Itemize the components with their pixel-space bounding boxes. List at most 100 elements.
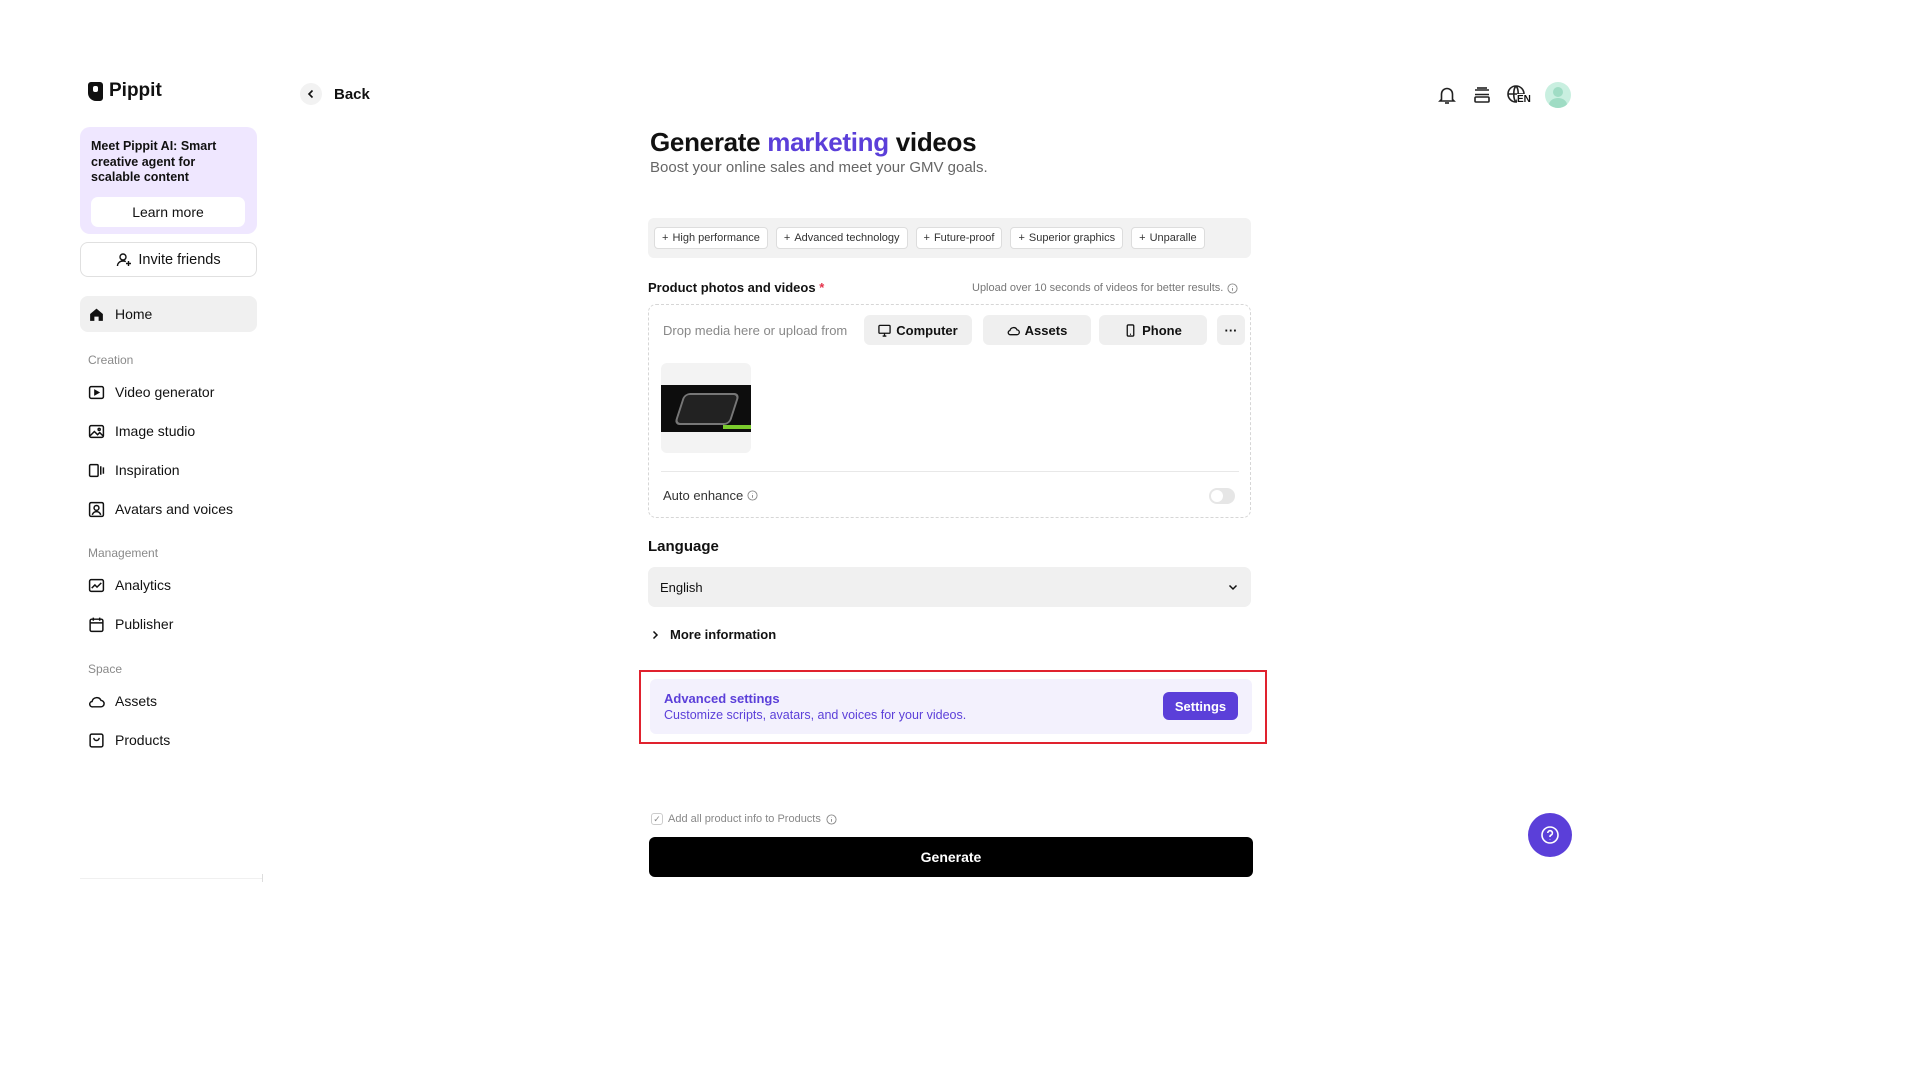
upload-assets-label: Assets <box>1024 322 1068 338</box>
sidebar-item-label: Publisher <box>115 616 174 632</box>
pippit-logo-icon <box>88 81 103 101</box>
advanced-settings-title: Advanced settings <box>664 691 780 706</box>
divider <box>661 471 1239 472</box>
sidebar-item-inspiration[interactable]: Inspiration <box>80 452 257 488</box>
top-right-toolbar: EN <box>1436 82 1571 108</box>
advanced-settings-description: Customize scripts, avatars, and voices f… <box>664 708 967 722</box>
plus-icon: + <box>1139 232 1146 244</box>
bell-icon[interactable] <box>1436 84 1458 106</box>
info-icon <box>1227 282 1238 294</box>
tag-label: High performance <box>672 232 760 244</box>
section-management: Management <box>88 546 159 560</box>
page-subtitle: Boost your online sales and meet your GM… <box>650 159 988 176</box>
auto-enhance-row: Auto enhance <box>663 488 758 503</box>
plus-icon: + <box>783 232 791 244</box>
generate-button[interactable]: Generate <box>649 837 1253 877</box>
tag-label: Future-proof <box>933 232 995 244</box>
tag-label: Superior graphics <box>1028 232 1116 244</box>
app-root: Pippit Meet Pippit AI: Smart creative ag… <box>0 0 1920 1080</box>
video-generator-icon <box>88 385 105 399</box>
back-button[interactable]: Back <box>300 83 370 105</box>
auto-enhance-toggle[interactable] <box>1209 488 1235 504</box>
uploaded-media-thumbnail[interactable] <box>661 363 751 453</box>
more-information-toggle[interactable]: More information <box>650 627 776 642</box>
language-select[interactable]: English <box>648 567 1251 607</box>
sidebar-item-analytics[interactable]: Analytics <box>80 567 257 603</box>
tag-chip[interactable]: + High performance <box>654 227 768 249</box>
upload-hint: Upload over 10 seconds of videos for bet… <box>972 282 1238 294</box>
auto-enhance-label: Auto enhance <box>663 488 744 503</box>
sidebar-item-label: Analytics <box>115 577 172 593</box>
invite-friends-label: Invite friends <box>138 251 221 268</box>
tag-chip[interactable]: + Future-proof <box>915 227 1003 249</box>
learn-more-button[interactable]: Learn more <box>91 197 245 227</box>
section-creation: Creation <box>88 353 134 367</box>
sidebar-item-products[interactable]: Products <box>80 722 257 758</box>
phone-icon <box>1126 323 1135 337</box>
add-all-product-info[interactable]: ✓ Add all product info to Products <box>651 813 837 825</box>
sidebar-item-publisher[interactable]: Publisher <box>80 606 257 642</box>
app-name: Pippit <box>109 80 162 101</box>
monitor-icon <box>878 324 892 337</box>
sidebar-item-label: Inspiration <box>115 462 180 478</box>
sidebar-item-label: Avatars and voices <box>115 501 234 517</box>
sidebar-item-label: Assets <box>115 693 158 709</box>
inspiration-icon <box>88 463 105 477</box>
plus-icon: + <box>1018 232 1025 244</box>
cloud-icon <box>89 696 105 708</box>
title-text: Generate <box>650 127 768 157</box>
sidebar-item-label: Products <box>115 732 171 748</box>
title-accent: marketing <box>767 127 889 157</box>
invite-friends-button[interactable]: Invite friends <box>80 242 257 277</box>
sidebar-item-home[interactable]: Home <box>80 296 257 332</box>
calendar-icon <box>89 617 104 632</box>
add-all-label: Add all product info to Products <box>668 813 821 825</box>
photos-label: Product photos and videos * <box>648 280 824 295</box>
plus-icon: + <box>662 232 669 244</box>
back-label: Back <box>334 85 370 103</box>
upload-dropzone[interactable]: Drop media here or upload from Computer … <box>648 304 1251 518</box>
sidebar-item-avatars-voices[interactable]: Avatars and voices <box>80 491 257 527</box>
upload-computer-button[interactable]: Computer <box>864 315 972 345</box>
plus-icon: + <box>923 232 930 244</box>
chevron-down-icon <box>1228 584 1238 591</box>
tag-chip[interactable]: + Advanced technology <box>775 227 908 249</box>
sidebar-item-image-studio[interactable]: Image studio <box>80 413 257 449</box>
analytics-icon <box>88 578 105 592</box>
upload-assets-button[interactable]: Assets <box>983 315 1091 345</box>
more-information-label: More information <box>670 627 777 642</box>
language-globe-icon[interactable]: EN <box>1506 84 1532 106</box>
sidebar-item-label: Image studio <box>115 423 196 439</box>
more-sources-button[interactable]: ··· <box>1217 315 1245 345</box>
add-user-icon <box>117 252 132 266</box>
image-studio-icon <box>88 424 105 438</box>
tag-label: Advanced technology <box>794 232 900 244</box>
help-button[interactable] <box>1528 813 1572 857</box>
cloud-icon <box>1007 326 1020 335</box>
page-title: Generate marketing videos <box>650 127 977 158</box>
tag-chip[interactable]: + Superior graphics <box>1010 227 1124 249</box>
info-icon <box>747 490 758 501</box>
more-options-icon: ··· <box>1224 322 1238 338</box>
pippit-logo[interactable]: Pippit <box>88 80 162 102</box>
language-label: Language <box>648 538 719 555</box>
upload-phone-button[interactable]: Phone <box>1099 315 1207 345</box>
credits-icon[interactable] <box>1471 84 1493 106</box>
language-value: English <box>660 579 703 595</box>
section-space: Space <box>88 662 123 676</box>
required-mark: * <box>819 280 825 295</box>
settings-button[interactable]: Settings <box>1163 692 1238 720</box>
sidebar-footer-divider <box>80 874 263 882</box>
sidebar-item-assets[interactable]: Assets <box>80 683 257 719</box>
product-image <box>661 385 751 432</box>
user-avatar[interactable] <box>1545 82 1571 108</box>
sidebar-item-video-generator[interactable]: Video generator <box>80 374 257 410</box>
photos-label-text: Product photos and videos <box>648 280 816 295</box>
home-icon <box>90 308 103 321</box>
chevron-left-icon <box>300 83 322 105</box>
avatar-voice-icon <box>88 501 105 517</box>
title-text-end: videos <box>888 127 977 157</box>
checkbox[interactable]: ✓ <box>651 813 663 825</box>
tag-chip[interactable]: + Unparalle <box>1131 227 1205 249</box>
upload-phone-label: Phone <box>1142 322 1182 338</box>
